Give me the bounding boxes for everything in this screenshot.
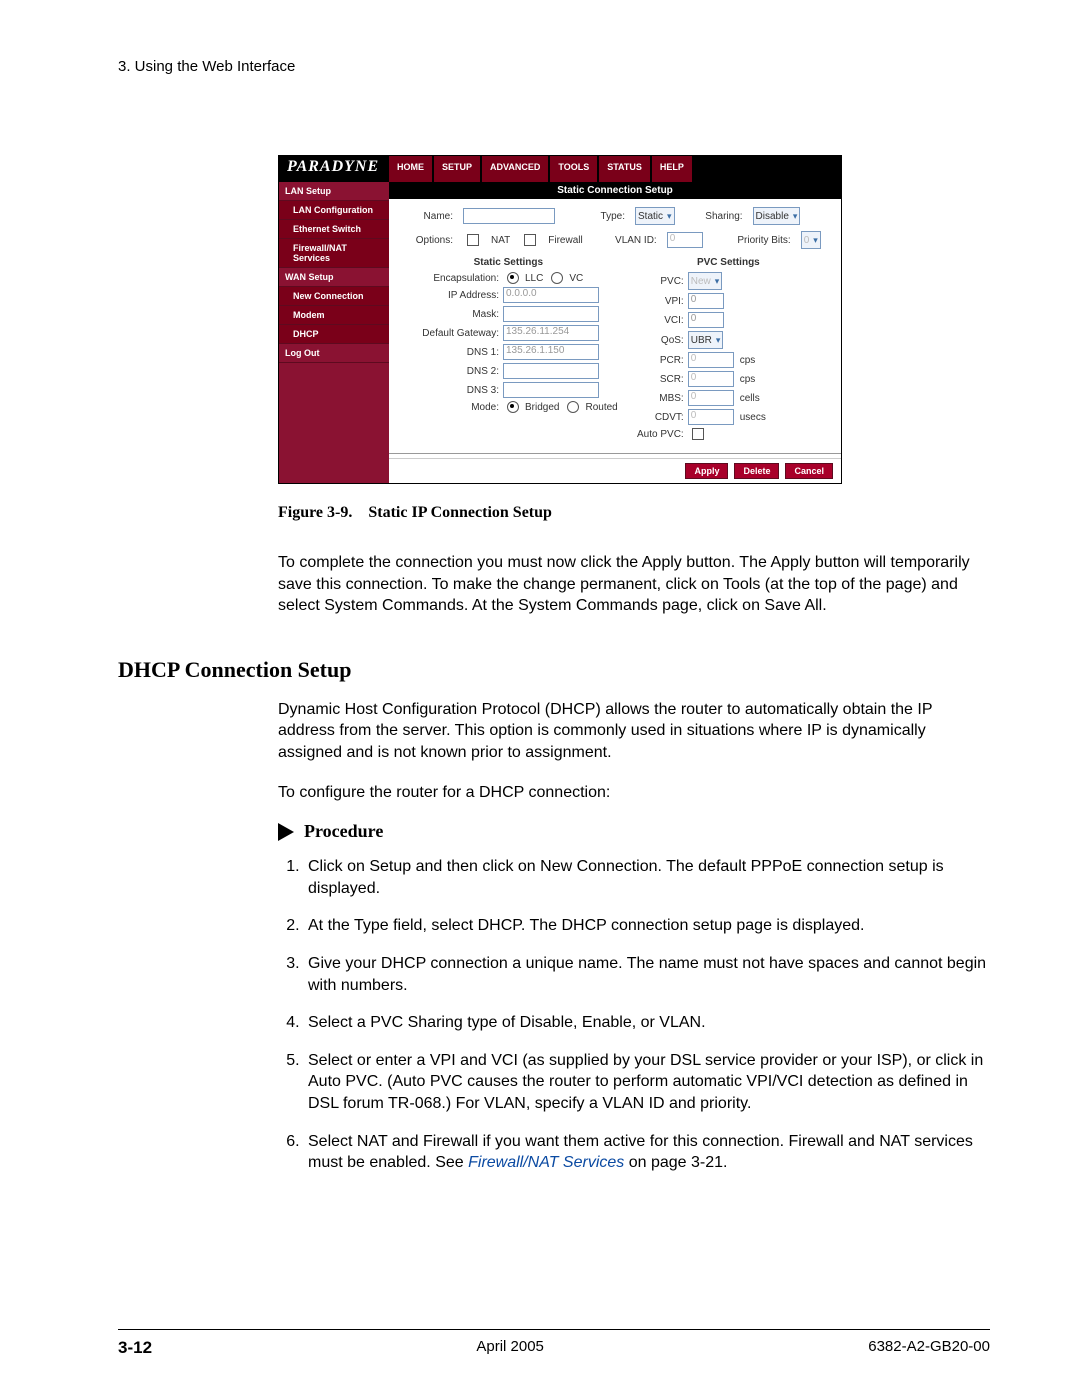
panel-title: Static Connection Setup: [389, 182, 841, 199]
sidebar: LAN Setup LAN Configuration Ethernet Swi…: [279, 182, 389, 483]
sidebar-item-ethernet[interactable]: Ethernet Switch: [279, 220, 389, 239]
pvc-select[interactable]: New▾: [688, 272, 723, 290]
procedure-step-2: At the Type field, select DHCP. The DHCP…: [304, 915, 990, 937]
sidebar-item-modem[interactable]: Modem: [279, 306, 389, 325]
label-vci: VCI:: [626, 315, 684, 326]
sharing-select[interactable]: Disable▾: [753, 207, 801, 225]
label-dns1: DNS 1:: [399, 347, 499, 358]
label-dns3: DNS 3:: [399, 385, 499, 396]
label-dns2: DNS 2:: [399, 366, 499, 377]
procedure-arrow-icon: [278, 823, 294, 841]
vpi-input[interactable]: 0: [688, 293, 724, 309]
firewall-nat-link[interactable]: Firewall/NAT Services: [468, 1154, 624, 1171]
label-mbs: MBS:: [626, 393, 684, 404]
sidebar-item-logout[interactable]: Log Out: [279, 344, 389, 363]
cancel-button[interactable]: Cancel: [785, 463, 833, 479]
encap-llc-radio[interactable]: [507, 272, 519, 284]
tab-status[interactable]: STATUS: [598, 156, 651, 182]
sidebar-item-new-conn[interactable]: New Connection: [279, 287, 389, 306]
encap-vc-radio[interactable]: [551, 272, 563, 284]
sidebar-item-firewall[interactable]: Firewall/NAT Services: [279, 239, 389, 268]
page-number: 3-12: [118, 1338, 152, 1358]
label-type: Type:: [565, 211, 625, 222]
ip-input[interactable]: 0.0.0.0: [503, 287, 599, 303]
label-autopvc: Auto PVC:: [626, 429, 684, 440]
mode-bridged-radio[interactable]: [507, 401, 519, 413]
priority-select[interactable]: 0▾: [801, 231, 821, 249]
footer-doc-id: 6382-A2-GB20-00: [868, 1338, 990, 1358]
procedure-step-5: Select or enter a VPI and VCI (as suppli…: [304, 1050, 990, 1115]
mask-input[interactable]: [503, 306, 599, 322]
tab-setup[interactable]: SETUP: [433, 156, 481, 182]
apply-button[interactable]: Apply: [685, 463, 728, 479]
scr-input[interactable]: 0: [688, 371, 734, 387]
tab-help[interactable]: HELP: [651, 156, 693, 182]
nat-checkbox[interactable]: [467, 234, 479, 246]
gw-input[interactable]: 135.26.11.254: [503, 325, 599, 341]
tab-advanced[interactable]: ADVANCED: [481, 156, 549, 182]
label-sharing: Sharing:: [685, 211, 743, 222]
procedure-heading: Procedure: [304, 821, 383, 842]
paragraph-apply-info: To complete the connection you must now …: [278, 552, 990, 617]
label-pcr: PCR:: [626, 355, 684, 366]
procedure-step-3: Give your DHCP connection a unique name.…: [304, 953, 990, 996]
delete-button[interactable]: Delete: [734, 463, 779, 479]
mbs-input[interactable]: 0: [688, 390, 734, 406]
chapter-header: 3. Using the Web Interface: [118, 58, 990, 75]
procedure-step-1: Click on Setup and then click on New Con…: [304, 856, 990, 899]
label-name: Name:: [399, 211, 453, 222]
label-cdvt: CDVT:: [626, 412, 684, 423]
tab-tools[interactable]: TOOLS: [549, 156, 598, 182]
label-gw: Default Gateway:: [399, 328, 499, 339]
vlan-input[interactable]: 0: [667, 232, 703, 248]
pcr-input[interactable]: 0: [688, 352, 734, 368]
label-firewall: Firewall: [548, 235, 582, 246]
autopvc-checkbox[interactable]: [692, 428, 704, 440]
figure-screenshot: PARADYNE HOME SETUP ADVANCED TOOLS STATU…: [278, 155, 990, 484]
label-options: Options:: [399, 235, 453, 246]
sidebar-cat-lan: LAN Setup: [279, 182, 389, 201]
page-footer: 3-12 April 2005 6382-A2-GB20-00: [118, 1329, 990, 1358]
label-mode: Mode:: [399, 402, 499, 413]
sidebar-cat-wan: WAN Setup: [279, 268, 389, 287]
label-priority: Priority Bits:: [713, 235, 791, 246]
paragraph-dhcp-lead: To configure the router for a DHCP conne…: [278, 782, 990, 804]
static-settings-header: Static Settings: [399, 257, 618, 268]
label-pvc: PVC:: [626, 276, 684, 287]
label-scr: SCR:: [626, 374, 684, 385]
label-qos: QoS:: [626, 335, 684, 346]
paragraph-dhcp-desc: Dynamic Host Configuration Protocol (DHC…: [278, 699, 990, 764]
procedure-step-6: Select NAT and Firewall if you want them…: [304, 1131, 990, 1174]
label-encap: Encapsulation:: [399, 273, 499, 284]
pvc-settings-header: PVC Settings: [626, 257, 831, 268]
procedure-list: Click on Setup and then click on New Con…: [278, 856, 990, 1174]
brand-logo: PARADYNE: [279, 156, 389, 182]
dns2-input[interactable]: [503, 363, 599, 379]
figure-caption: Figure 3-9. Static IP Connection Setup: [278, 504, 990, 522]
label-vpi: VPI:: [626, 296, 684, 307]
vci-input[interactable]: 0: [688, 312, 724, 328]
name-input[interactable]: [463, 208, 555, 224]
mode-routed-radio[interactable]: [567, 401, 579, 413]
sidebar-item-lan-config[interactable]: LAN Configuration: [279, 201, 389, 220]
label-vlan: VLAN ID:: [593, 235, 657, 246]
label-nat: NAT: [491, 235, 510, 246]
qos-select[interactable]: UBR▾: [688, 331, 724, 349]
label-mask: Mask:: [399, 309, 499, 320]
section-heading-dhcp: DHCP Connection Setup: [118, 657, 990, 683]
dns1-input[interactable]: 135.26.1.150: [503, 344, 599, 360]
dns3-input[interactable]: [503, 382, 599, 398]
firewall-checkbox[interactable]: [524, 234, 536, 246]
cdvt-input[interactable]: 0: [688, 409, 734, 425]
footer-date: April 2005: [476, 1338, 544, 1358]
tab-home[interactable]: HOME: [389, 156, 433, 182]
label-ip: IP Address:: [399, 290, 499, 301]
procedure-step-4: Select a PVC Sharing type of Disable, En…: [304, 1012, 990, 1034]
sidebar-item-dhcp[interactable]: DHCP: [279, 325, 389, 344]
type-select[interactable]: Static▾: [635, 207, 675, 225]
